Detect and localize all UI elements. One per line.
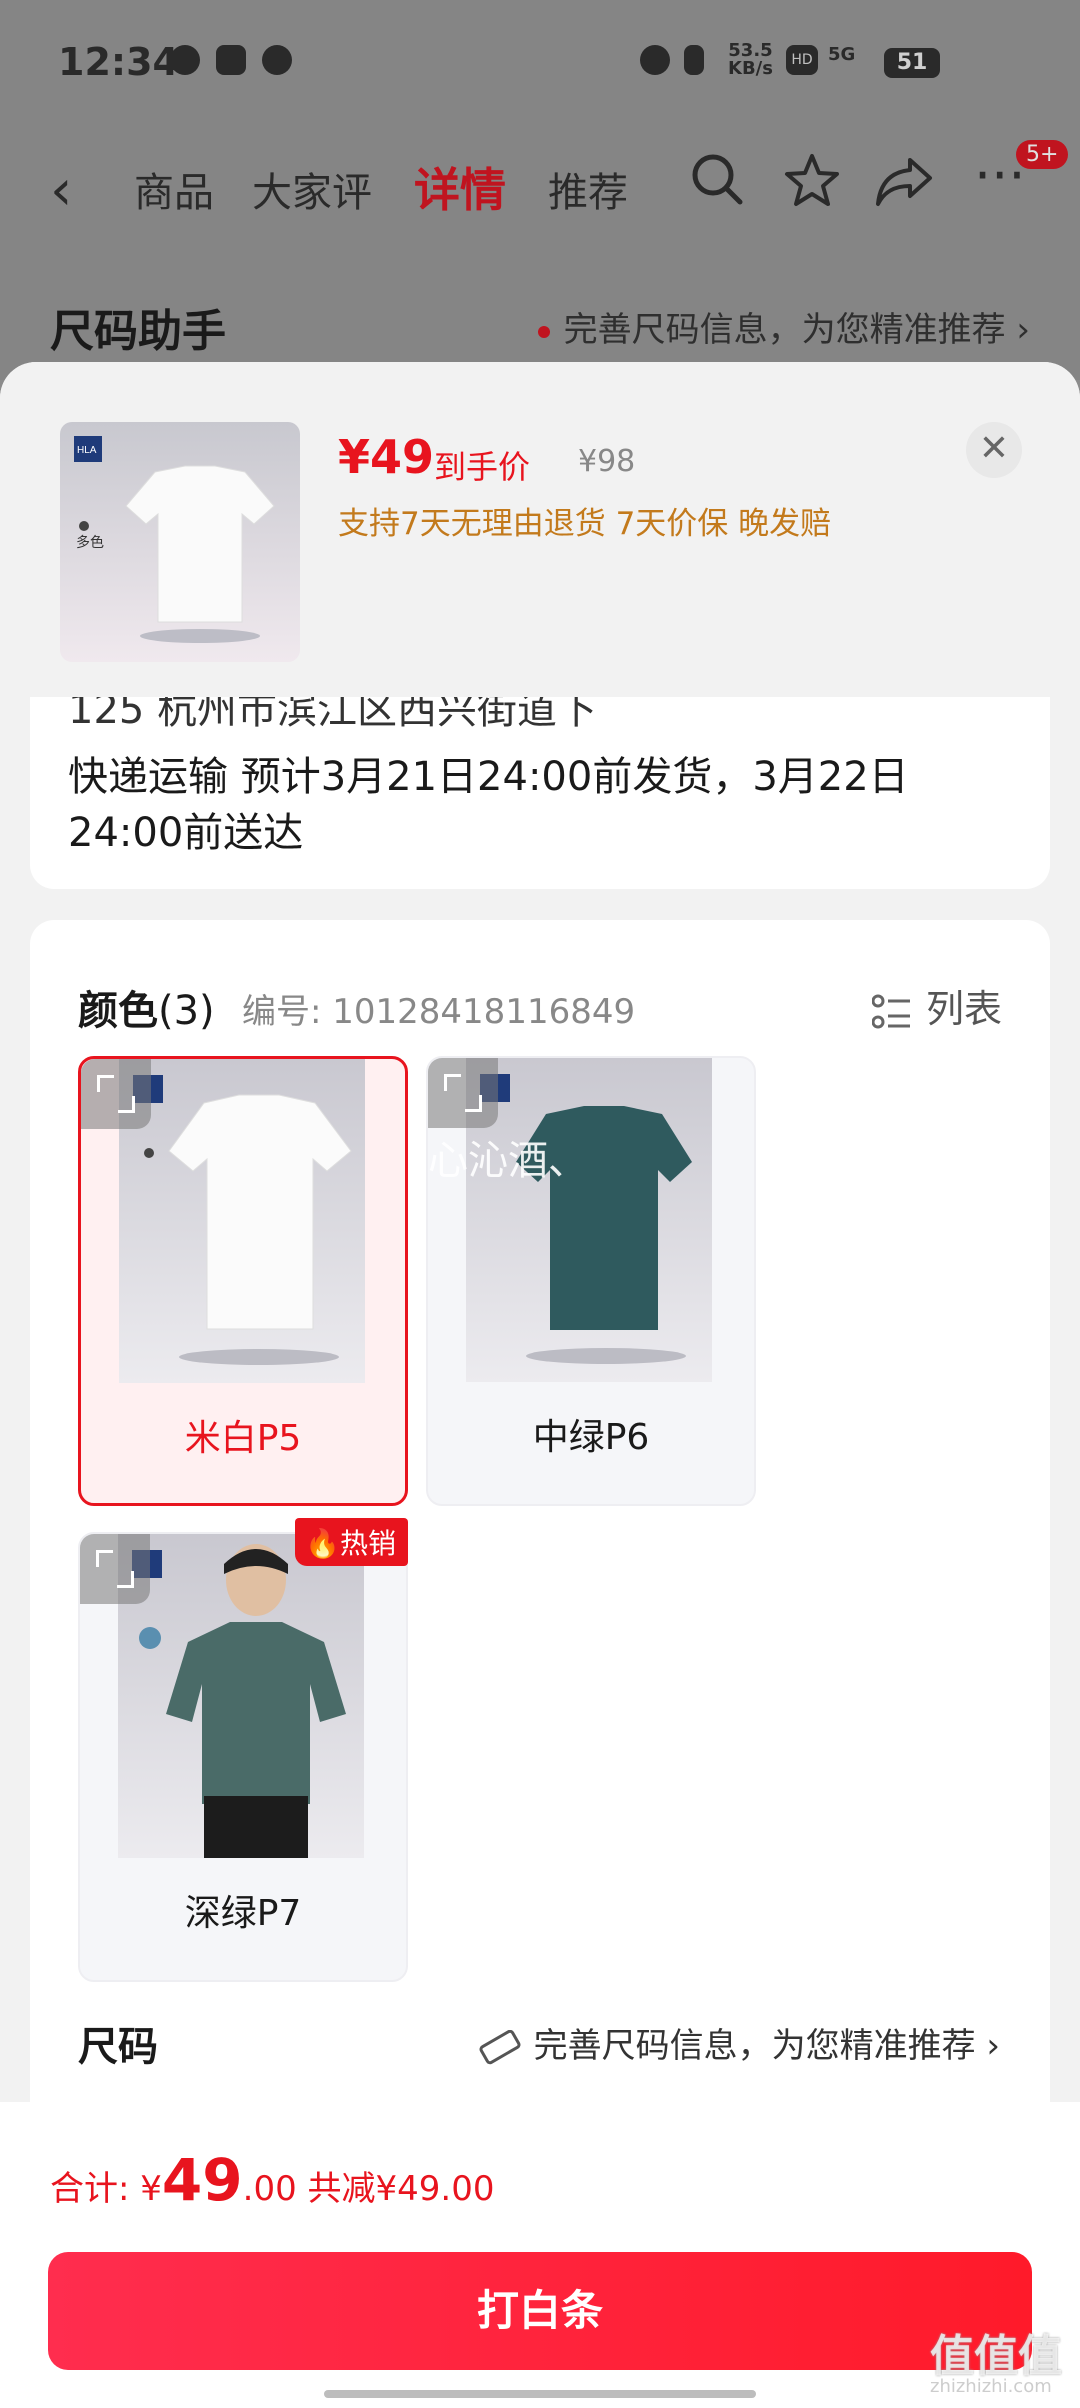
shipping-text: 快递运输 预计3月21日24:00前发货，3月22日24:00前送达 bbox=[68, 754, 909, 856]
total-int: 49 bbox=[161, 2146, 243, 2214]
total-price: 合计: ¥49.00 共减¥49.00 bbox=[50, 2146, 495, 2214]
price-label: 到手价 bbox=[434, 448, 531, 486]
color-option-white[interactable]: 米白P5 bbox=[78, 1056, 408, 1506]
alarm-icon bbox=[640, 45, 670, 75]
svg-text:HLA: HLA bbox=[77, 445, 97, 456]
list-label: 列表 bbox=[925, 987, 1002, 1031]
status-bar: 12:34 53.5 KB/s HD 5G 51 bbox=[0, 0, 1080, 125]
total-label: 合计: bbox=[50, 2169, 130, 2209]
total-currency: ¥ bbox=[140, 2169, 162, 2209]
color-option-image bbox=[118, 1534, 364, 1858]
shipping-card[interactable]: 125 杭州市滨江区西兴街道下 快递运输 预计3月21日24:00前发货，3月2… bbox=[30, 697, 1050, 889]
color-option-image bbox=[119, 1059, 365, 1383]
size-helper-title: 尺码助手 bbox=[50, 306, 226, 357]
top-nav: ‹ 商品 大家评 详情 推荐 ··· 5+ bbox=[0, 140, 1080, 240]
expand-icon[interactable] bbox=[81, 1059, 151, 1129]
color-option-dark-green[interactable]: 🔥热销 深绿P7 bbox=[78, 1518, 408, 1982]
hot-sale-badge: 🔥热销 bbox=[295, 1518, 408, 1566]
watermark-url: zhizhizhi.com bbox=[930, 2376, 1052, 2397]
hot-sale-label: 热销 bbox=[339, 1527, 396, 1560]
size-helper-hint[interactable]: 完善尺码信息，为您精准推荐 › bbox=[537, 302, 1030, 351]
signal-icon: 5G bbox=[828, 44, 856, 65]
watermark: 值值值 bbox=[930, 2331, 1062, 2382]
color-count: (3) bbox=[158, 988, 215, 1034]
overlay-text: 心沁酒、 bbox=[428, 1138, 588, 1184]
color-title-text: 颜色 bbox=[78, 988, 158, 1034]
status-time: 12:34 bbox=[58, 40, 179, 84]
hd-icon: HD bbox=[786, 45, 818, 75]
browser-icon bbox=[262, 45, 292, 75]
sku-bottom-sheet: HLA 多色 ¥49 到手价 ¥98 支持7天无理由退货 7天价保 晚发赔 ✕ … bbox=[0, 362, 1080, 2408]
list-view-toggle[interactable]: 列表 bbox=[871, 978, 1002, 1033]
thumb-tag: 多色 bbox=[76, 535, 104, 551]
battery-icon: 51 bbox=[884, 48, 940, 78]
app-icon bbox=[216, 45, 246, 75]
star-icon[interactable] bbox=[782, 150, 842, 223]
total-discount: 共减¥49.00 bbox=[307, 2169, 495, 2209]
ruler-icon bbox=[479, 2029, 521, 2064]
back-button[interactable]: ‹ bbox=[50, 158, 72, 223]
size-helper-hint-text: 完善尺码信息，为您精准推荐 › bbox=[563, 310, 1030, 350]
address-text: 125 杭州市滨江区西兴街道下 bbox=[68, 697, 598, 733]
net-speed-unit: KB/s bbox=[728, 58, 773, 79]
size-section-hint-text: 完善尺码信息，为您精准推荐 › bbox=[533, 2026, 1000, 2066]
size-section-hint[interactable]: 完善尺码信息，为您精准推荐 › bbox=[478, 2018, 1000, 2067]
original-price: ¥98 bbox=[578, 444, 636, 479]
vibrate-icon bbox=[684, 45, 704, 75]
close-button[interactable]: ✕ bbox=[966, 422, 1022, 478]
tab-recommend[interactable]: 推荐 bbox=[548, 160, 628, 218]
total-dec: .00 bbox=[242, 2169, 297, 2209]
buy-button[interactable]: 打白条 bbox=[48, 2252, 1032, 2370]
color-option-label: 米白P5 bbox=[184, 1418, 302, 1459]
list-icon bbox=[871, 994, 910, 1028]
tab-details[interactable]: 详情 bbox=[414, 154, 506, 220]
size-section-title: 尺码 bbox=[78, 2024, 158, 2070]
home-indicator[interactable] bbox=[324, 2390, 756, 2398]
tab-reviews[interactable]: 大家评 bbox=[252, 160, 372, 218]
search-icon[interactable] bbox=[688, 150, 746, 221]
red-dot-icon bbox=[537, 325, 550, 338]
color-title: 颜色(3) bbox=[78, 978, 215, 1036]
product-thumbnail[interactable]: HLA 多色 bbox=[60, 422, 300, 662]
color-option-green[interactable]: 心沁酒、 中绿P6 bbox=[426, 1056, 756, 1506]
fire-icon: 🔥 bbox=[305, 1527, 340, 1560]
sheet-header: HLA 多色 ¥49 到手价 ¥98 支持7天无理由退货 7天价保 晚发赔 ✕ bbox=[0, 362, 1080, 697]
color-option-image bbox=[466, 1058, 712, 1382]
tab-product[interactable]: 商品 bbox=[134, 160, 214, 218]
checkout-footer: 合计: ¥49.00 共减¥49.00 打白条 bbox=[0, 2102, 1080, 2408]
guarantees: 支持7天无理由退货 7天价保 晚发赔 bbox=[338, 506, 832, 542]
price: ¥49 bbox=[338, 430, 435, 484]
message-icon bbox=[170, 45, 200, 75]
color-option-label: 中绿P6 bbox=[532, 1417, 650, 1458]
notification-badge: 5+ bbox=[1016, 140, 1069, 169]
expand-icon[interactable] bbox=[428, 1058, 498, 1128]
expand-icon[interactable] bbox=[80, 1534, 150, 1604]
sku-number: 编号: 10128418116849 bbox=[242, 992, 636, 1032]
share-icon[interactable] bbox=[872, 150, 936, 223]
color-option-label: 深绿P7 bbox=[184, 1893, 302, 1934]
net-speed: 53.5 KB/s bbox=[728, 42, 773, 78]
